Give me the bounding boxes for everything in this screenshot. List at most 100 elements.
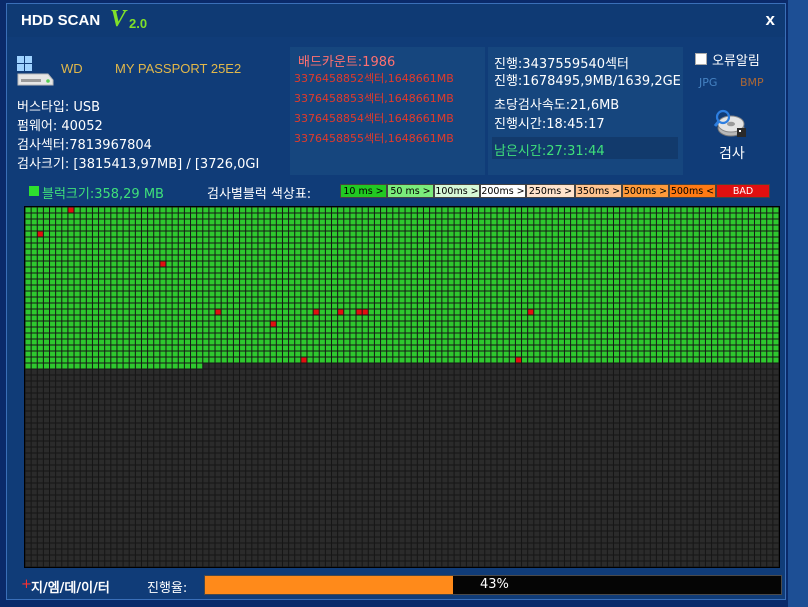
bad-block	[270, 321, 276, 327]
scan-block	[313, 225, 319, 231]
scan-block	[491, 207, 497, 213]
scan-block	[589, 345, 595, 351]
scan-block	[638, 243, 644, 249]
scan-block	[332, 435, 338, 441]
scan-block	[307, 351, 313, 357]
scan-block	[718, 411, 724, 417]
scan-block	[56, 429, 62, 435]
scan-block	[405, 441, 411, 447]
scan-block	[485, 423, 491, 429]
scan-block	[129, 441, 135, 447]
scan-block	[423, 387, 430, 393]
scan-speed: 초당검사속도:21,6MB	[494, 98, 620, 113]
scan-block	[699, 225, 705, 231]
scan-block	[589, 387, 595, 393]
scan-block	[56, 243, 62, 249]
scan-block	[466, 321, 472, 327]
scan-block	[172, 303, 178, 309]
scan-block	[111, 243, 117, 249]
scan-block	[43, 363, 50, 369]
scan-block	[37, 213, 43, 219]
scan-block	[221, 417, 227, 423]
scan-block	[313, 357, 319, 363]
scan-block	[325, 339, 331, 345]
scan-block	[491, 213, 497, 219]
scan-block	[669, 291, 675, 297]
scan-block	[767, 309, 773, 315]
scan-block	[368, 327, 374, 333]
scan-block	[626, 237, 632, 243]
scan-block	[399, 417, 405, 423]
scan-block	[191, 345, 197, 351]
scan-block	[754, 273, 761, 279]
scan-block	[558, 357, 564, 363]
scan-block	[374, 255, 381, 261]
scan-block	[129, 387, 135, 393]
scan-block	[148, 327, 154, 333]
scan-block	[479, 297, 485, 303]
scan-block	[252, 225, 258, 231]
scan-block	[718, 423, 724, 429]
scan-block	[742, 297, 748, 303]
scan-block	[31, 393, 37, 399]
scan-block	[571, 237, 577, 243]
scan-block	[233, 351, 240, 357]
scan-block	[767, 225, 773, 231]
scan-block	[705, 315, 712, 321]
scan-block	[209, 285, 215, 291]
scan-block	[595, 237, 601, 243]
scan-block	[748, 381, 754, 387]
scan-block	[362, 219, 368, 225]
scan-block	[227, 357, 233, 363]
error-alert-label[interactable]: 오류알림	[712, 50, 760, 69]
scan-block	[62, 219, 68, 225]
jpg-option[interactable]: JPG	[699, 76, 717, 89]
scan-block	[37, 285, 43, 291]
scan-block	[295, 351, 301, 357]
scan-block	[417, 279, 423, 285]
scan-block	[368, 267, 374, 273]
scan-block	[638, 207, 644, 213]
close-button[interactable]: x	[766, 10, 775, 30]
scan-block	[37, 423, 43, 429]
scan-block	[509, 267, 515, 273]
scan-block	[724, 303, 730, 309]
scan-block	[56, 231, 62, 237]
scan-block	[742, 321, 748, 327]
scan-block	[50, 213, 56, 219]
scan-block	[105, 417, 111, 423]
bmp-option[interactable]: BMP	[740, 76, 764, 89]
scan-block	[276, 237, 282, 243]
scan-block	[362, 231, 368, 237]
scan-block	[325, 405, 331, 411]
scan-block	[705, 351, 712, 357]
scan-block	[687, 441, 693, 447]
scan-disk-icon[interactable]	[713, 108, 747, 140]
scan-block	[92, 261, 99, 267]
scan-block	[215, 363, 221, 369]
scan-block	[25, 327, 31, 333]
scan-block	[528, 411, 534, 417]
scan-block	[307, 207, 313, 213]
scan-block	[399, 291, 405, 297]
scan-block	[712, 237, 718, 243]
scan-block	[626, 429, 632, 435]
scan-block	[638, 213, 644, 219]
scan-block	[687, 363, 693, 369]
scan-block	[289, 411, 295, 417]
scan-block	[620, 375, 626, 381]
scan-block	[50, 297, 56, 303]
scan-block	[552, 231, 558, 237]
scan-block	[160, 327, 166, 333]
scan-block	[80, 327, 86, 333]
scan-block	[184, 237, 191, 243]
scan-button[interactable]: 검사	[719, 143, 745, 163]
scan-block	[344, 207, 350, 213]
error-alert-checkbox[interactable]	[695, 53, 707, 65]
scan-block	[178, 327, 184, 333]
scan-block	[552, 417, 558, 423]
scan-block	[552, 363, 558, 369]
scan-block	[466, 237, 472, 243]
title-bar[interactable]: HDD SCAN V 2.0 x	[7, 4, 785, 37]
scan-block	[742, 279, 748, 285]
